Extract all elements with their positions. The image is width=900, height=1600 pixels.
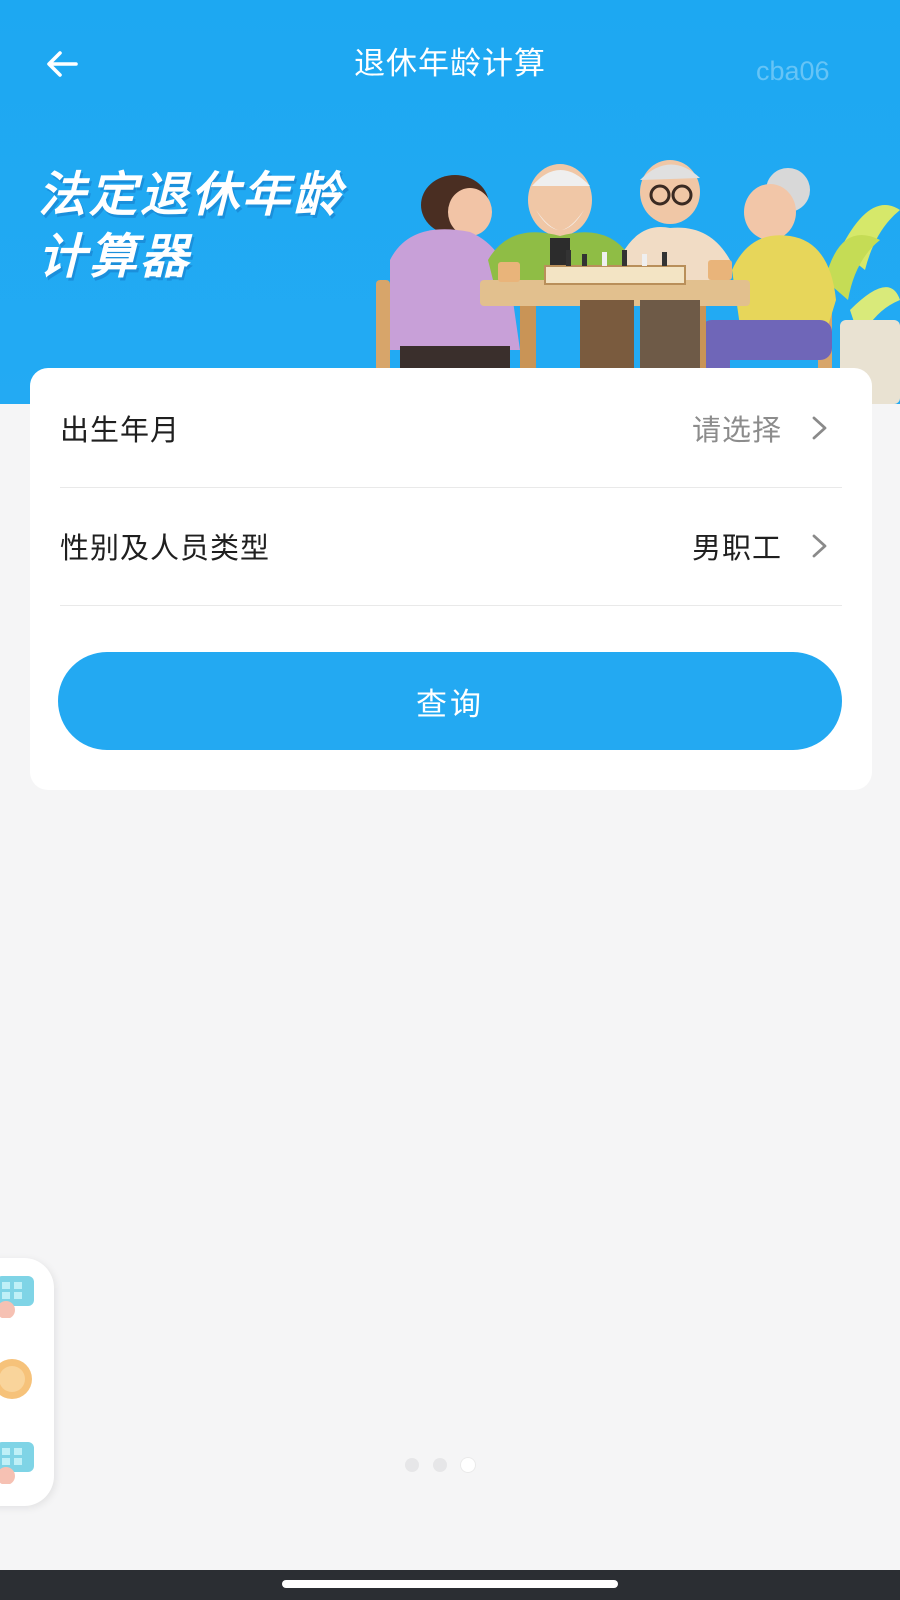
birth-date-row[interactable]: 出生年月 请选择 [60, 368, 842, 488]
header-banner: 退休年龄计算 cba06 法定退休年龄 计算器 [0, 0, 900, 404]
gender-type-selector[interactable]: 男职工 [692, 525, 842, 567]
form-card: 出生年月 请选择 性别及人员类型 男职工 查询 [30, 368, 872, 790]
gender-type-label: 性别及人员类型 [60, 530, 271, 565]
elderly-chess-illustration [376, 160, 900, 404]
coin-icon[interactable] [0, 1356, 38, 1402]
calculator-icon[interactable] [0, 1438, 38, 1484]
hero-title-line-1: 法定退休年龄 [38, 167, 345, 223]
floating-shortcut-widget[interactable] [0, 1258, 54, 1506]
gender-type-value: 男职工 [691, 530, 782, 565]
page-indicator [405, 1458, 475, 1472]
birth-date-label: 出生年月 [60, 412, 181, 447]
birth-date-selector[interactable]: 请选择 [692, 407, 842, 449]
watermark-text: cba06 [756, 56, 830, 86]
page-dot[interactable] [405, 1458, 419, 1472]
gender-type-row[interactable]: 性别及人员类型 男职工 [60, 486, 842, 606]
chevron-right-icon [812, 534, 827, 557]
chevron-right-icon [812, 416, 827, 439]
hero-title-line-2: 计算器 [38, 229, 192, 285]
hero-title: 法定退休年龄 计算器 [38, 164, 344, 288]
home-indicator[interactable] [282, 1580, 618, 1588]
query-button[interactable]: 查询 [58, 652, 842, 750]
page-dot-active[interactable] [461, 1458, 475, 1472]
calculator-icon[interactable] [0, 1272, 38, 1318]
page-dot[interactable] [433, 1458, 447, 1472]
system-bottom-bar [0, 1570, 900, 1600]
birth-date-value: 请选择 [691, 412, 782, 447]
